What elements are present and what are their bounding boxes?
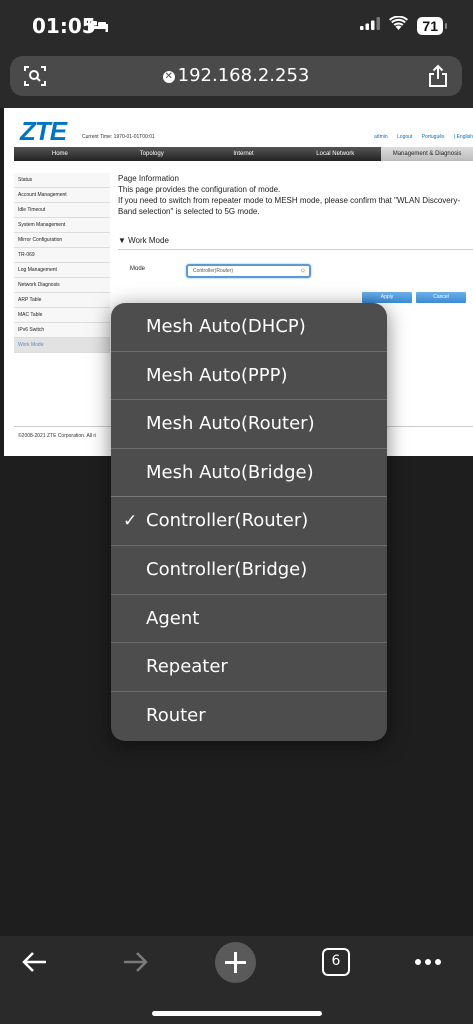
sidebar-item-system-management[interactable]: System Management [14,218,110,233]
top-links: admin Logout Português | English [366,134,473,140]
sidebar-item-arp-table[interactable]: ARP Table [14,293,110,308]
option-repeater[interactable]: Repeater [111,643,387,692]
nav-management-diagnosis[interactable]: Management & Diagnosis [381,147,473,161]
zte-logo: ZTE [20,116,67,146]
mode-select-value: Controller(Router) [193,268,234,274]
nav-home[interactable]: Home [14,147,106,161]
option-label: Mesh Auto(Bridge) [146,461,314,483]
select-arrow-icon: ⬦ [300,268,305,274]
battery-indicator: 71 [417,16,447,35]
sidebar-item-tr069[interactable]: TR-069 [14,248,110,263]
copyright-text: ©2008-2021 ZTE Corporation. All ri [18,433,97,439]
url-text: 192.168.2.253 [177,65,310,86]
divider [118,249,473,250]
nav-internet[interactable]: Internet [198,147,290,161]
option-label: Controller(Bridge) [146,558,308,580]
back-arrow-icon[interactable] [20,944,50,985]
portuguese-link[interactable]: Português [422,134,445,140]
forward-arrow-icon[interactable] [120,944,150,985]
logout-link[interactable]: Logout [397,134,412,140]
option-label: Mesh Auto(PPP) [146,364,288,386]
option-mesh-auto-bridge[interactable]: Mesh Auto(Bridge) [111,449,387,498]
main-nav: Home Topology Internet Local Network Man… [14,147,473,161]
sidebar: Status Account Management Idle Timeout S… [14,173,110,353]
sidebar-item-idle-timeout[interactable]: Idle Timeout [14,203,110,218]
mode-dropdown-menu: Mesh Auto(DHCP) Mesh Auto(PPP) Mesh Auto… [111,303,387,741]
apply-button[interactable]: Apply [362,292,412,303]
work-mode-heading: Work Mode [128,236,169,245]
sidebar-item-status[interactable]: Status [14,173,110,188]
sidebar-item-work-mode[interactable]: Work Mode [14,338,110,353]
sleep-focus-icon [88,18,108,37]
option-agent[interactable]: Agent [111,595,387,644]
share-icon[interactable] [428,64,448,93]
status-time: 01:05 [32,14,96,38]
tabs-button[interactable]: 6 [322,948,350,976]
option-label: Mesh Auto(Router) [146,413,315,435]
cellular-signal-icon [360,16,381,35]
sidebar-item-mac-table[interactable]: MAC Table [14,308,110,323]
checkmark-icon: ✓ [123,511,138,532]
collapse-triangle-icon: ▼ [118,236,129,245]
address-bar[interactable]: ✕ 192.168.2.253 [10,56,462,96]
nav-topology[interactable]: Topology [106,147,198,161]
sidebar-item-mirror-configuration[interactable]: Mirror Configuration [14,233,110,248]
option-controller-bridge[interactable]: Controller(Bridge) [111,546,387,595]
option-mesh-auto-router[interactable]: Mesh Auto(Router) [111,400,387,449]
url-bar-area: ✕ 192.168.2.253 [0,56,473,108]
option-controller-router[interactable]: ✓ Controller(Router) [111,497,387,546]
mode-label: Mode [130,266,146,272]
admin-link[interactable]: admin [374,134,388,140]
sidebar-item-ipv6-switch[interactable]: IPv6 Switch [14,323,110,338]
option-label: Agent [146,607,200,629]
option-label: Controller(Router) [146,510,309,532]
option-label: Router [146,704,206,726]
nav-local-network[interactable]: Local Network [289,147,381,161]
option-mesh-auto-ppp[interactable]: Mesh Auto(PPP) [111,352,387,401]
status-bar: 01:05 71 [0,0,473,56]
page-info-line2: If you need to switch from repeater mode… [118,196,461,216]
sidebar-item-account-management[interactable]: Account Management [14,188,110,203]
home-indicator [152,1011,322,1016]
page-information: Page Information This page provides the … [118,173,473,217]
work-mode-section-header[interactable]: ▼ Work Mode [118,236,169,245]
page-info-line1: This page provides the configuration of … [118,185,281,194]
option-router[interactable]: Router [111,692,387,741]
mode-select[interactable]: Controller(Router) ⬦ [186,264,311,278]
page-info-title: Page Information [118,174,179,183]
current-time: Current Time: 1970-01-01T00:01 [82,134,155,140]
option-label: Mesh Auto(DHCP) [146,316,306,337]
option-label: Repeater [146,656,228,678]
new-tab-button[interactable] [215,942,256,983]
more-options-icon[interactable] [414,952,442,977]
url-display[interactable]: ✕ 192.168.2.253 [10,65,462,86]
option-mesh-auto-dhcp[interactable]: Mesh Auto(DHCP) [111,303,387,352]
cancel-button[interactable]: Cancel [416,292,466,303]
sidebar-item-network-diagnosis[interactable]: Network Diagnosis [14,278,110,293]
not-secure-icon: ✕ [162,71,175,83]
english-link[interactable]: | English [454,134,473,140]
sidebar-item-log-management[interactable]: Log Management [14,263,110,278]
wifi-icon [389,15,409,35]
